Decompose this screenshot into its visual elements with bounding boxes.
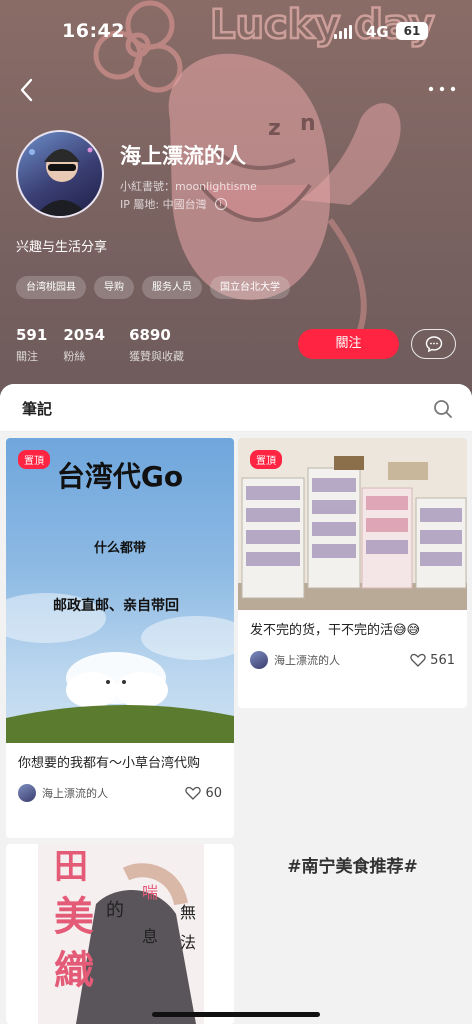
tag-list: 台湾桃园县 导购 服务人员 国立台北大学 [16,276,290,299]
stat-label: 關注 [16,350,38,363]
cover-char-4: 的 [106,900,124,921]
stat-value: 591 [16,326,48,344]
notes-tab-bar: 筆記 [0,384,472,432]
network-type: 4G [366,23,389,41]
bio: 兴趣与生活分享 [16,240,108,255]
stat-likes-collects[interactable]: 6890 獲贊與收藏 [129,326,184,364]
svg-text:n: n [300,111,316,136]
more-options-icon[interactable] [426,78,458,100]
note-card[interactable]: 置頂 发不完的货，干不完的活😅😅 海上漂流的人 561 [238,438,467,708]
stat-following[interactable]: 591 關注 [16,326,47,364]
cover-char-7: 無 [180,903,196,922]
nickname: 海上漂流的人 [120,144,246,168]
cover-line-2: 邮政直邮、亲自带回 [53,597,179,614]
author-avatar [18,784,36,802]
note-cover: 台湾代Go 什么都带 邮政直邮、亲自带回 置頂 [6,438,234,743]
status-bar: 16:42 4G 61 [0,0,472,60]
avatar-image [29,147,93,216]
message-button[interactable] [411,329,456,359]
tag-school[interactable]: 国立台北大学 [210,276,290,299]
cover-char-6: 息 [142,927,158,946]
stat-value: 6890 [129,326,171,344]
stat-label: 粉絲 [63,350,86,363]
ip-location: IP 屬地: 中國台灣 [120,198,207,211]
stat-label: 獲贊與收藏 [129,350,185,363]
heart-icon [410,653,426,667]
note-card[interactable]: 田 美 織 的 喘 息 無 法 [6,844,234,1024]
author-name: 海上漂流的人 [42,787,108,800]
pinned-badge: 置頂 [18,450,50,469]
note-footer: 海上漂流的人 561 [238,650,467,670]
ip-location-row: IP 屬地: 中國台灣 i [120,196,227,212]
author-avatar [250,651,268,669]
red-id: 小紅書號：moonlightisme [120,180,257,193]
stat-value: 2054 [63,326,106,344]
cover-char-1: 田 [54,847,88,887]
tag-occupation[interactable]: 导购 [94,276,134,299]
home-indicator[interactable] [152,1012,320,1017]
cover-image: 台湾代Go 什么都带 邮政直邮、亲自带回 [6,460,234,743]
svg-text:z: z [268,116,281,141]
heart-icon [185,786,202,800]
note-footer: 海上漂流的人 60 [6,783,234,803]
tag-location[interactable]: 台湾桃园县 [16,276,86,299]
like-count[interactable]: 561 [410,653,455,668]
notes-panel: 筆記 台湾代Go 什么都带 邮政直邮、亲自带回 置頂 你想要的我都有～小草台湾代… [0,384,472,1024]
note-cover: 置頂 [238,438,467,610]
tab-notes[interactable]: 筆記 [22,398,52,419]
note-card[interactable]: 台湾代Go 什么都带 邮政直邮、亲自带回 置頂 你想要的我都有～小草台湾代购 海… [6,438,234,838]
stat-followers[interactable]: 2054 粉絲 [63,326,105,364]
cover-char-8: 法 [180,933,196,952]
follow-button[interactable]: 關注 [298,329,399,359]
chat-icon [425,336,442,353]
signal-icon [334,25,352,39]
note-title: 发不完的货，干不完的活😅😅 [250,623,421,638]
tag-occupation-2[interactable]: 服务人员 [142,276,202,299]
stats: 591 關注 2054 粉絲 6890 獲贊與收藏 [16,326,184,364]
back-arrow-icon[interactable] [14,76,42,104]
info-icon[interactable]: i [214,198,227,210]
profile-header: z n Lucky day 16:42 4G 61 海上漂流的人 小紅書號：mo… [0,0,472,400]
like-count-value: 561 [430,652,455,668]
note-title: 你想要的我都有～小草台湾代购 [18,756,201,771]
cover-line-1: 什么都带 [94,540,146,556]
avatar[interactable] [16,130,104,218]
note-card-text[interactable]: #南宁美食推荐# [238,714,467,1024]
cover-char-2: 美 [54,893,94,940]
battery-icon: 61 [396,22,428,40]
search-icon[interactable] [432,398,454,420]
note-hashtag-text: #南宁美食推荐# [287,857,418,877]
like-count-value: 60 [205,785,222,801]
cover-char-3: 織 [54,947,94,994]
like-count[interactable]: 60 [185,786,222,801]
author-name: 海上漂流的人 [274,654,340,667]
cover-image: 田 美 織 的 喘 息 無 法 [38,844,204,1024]
status-time: 16:42 [62,20,125,42]
pinned-badge: 置頂 [250,450,282,469]
cover-headline: 台湾代Go [57,460,183,493]
cover-char-5: 喘 [142,883,158,902]
